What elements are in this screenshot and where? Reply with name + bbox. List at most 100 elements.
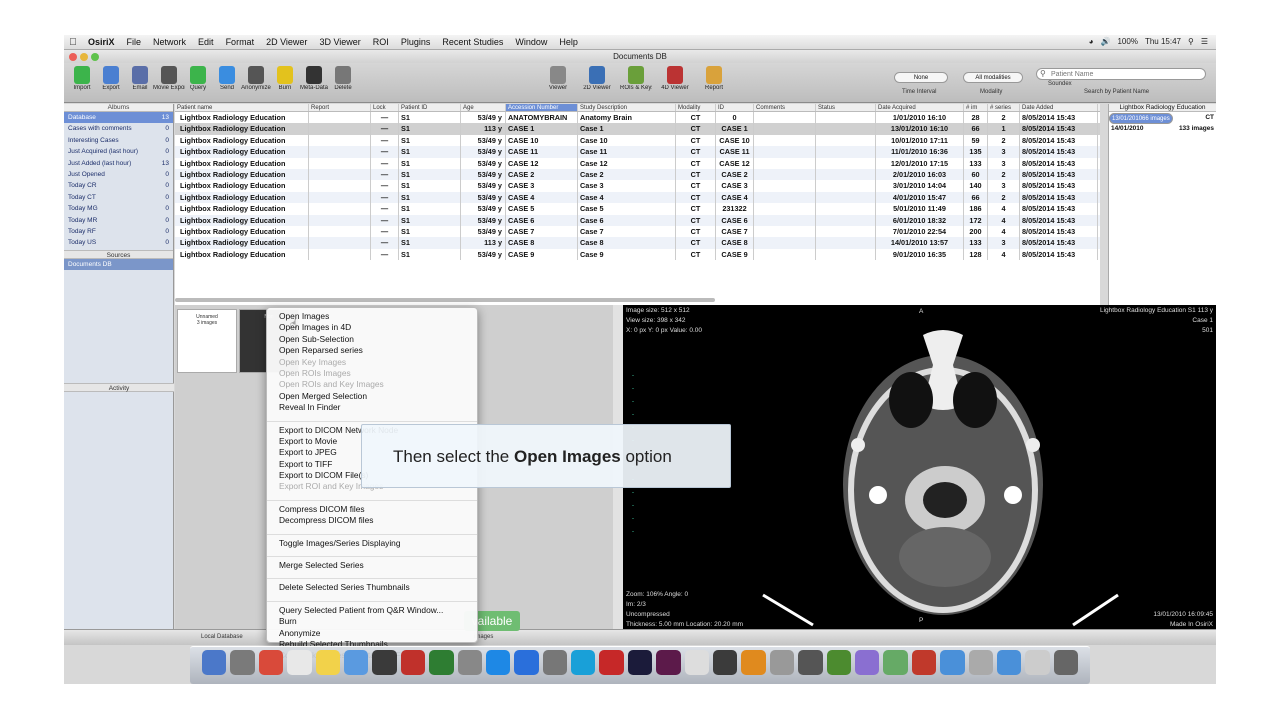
column-header[interactable]: Date Acquired: [876, 104, 964, 111]
table-horizontal-scrollbar[interactable]: [175, 298, 715, 302]
album-item[interactable]: Just Acquired (last hour) 0: [64, 146, 173, 157]
column-header[interactable]: Status: [816, 104, 876, 111]
movie-export-button[interactable]: Movie Export: [153, 66, 185, 91]
burn-button[interactable]: Burn: [269, 66, 301, 91]
context-menu-item-anonymize[interactable]: Anonymize: [267, 628, 477, 639]
context-menu-item-decompress-dicom-files[interactable]: Decompress DICOM files: [267, 515, 477, 526]
dock-app-icon[interactable]: [542, 650, 568, 675]
album-item[interactable]: Just Added (last hour) 13: [64, 158, 173, 169]
table-row[interactable]: Lightbox Radiology Education — S1 53/49 y AN…: [175, 112, 1100, 124]
column-header[interactable]: Patient ID: [399, 104, 461, 111]
column-header[interactable]: # im: [964, 104, 988, 111]
album-item[interactable]: Today MG 0: [64, 203, 173, 214]
table-row[interactable]: Lightbox Radiology Education — S1 53/49 y CA…: [175, 214, 1100, 226]
table-row[interactable]: Lightbox Radiology Education — S1 113 y CASE…: [175, 237, 1100, 249]
album-item[interactable]: Today MR 0: [64, 215, 173, 226]
2d-viewer-button[interactable]: 2D Viewer: [581, 66, 613, 91]
menu-list-icon[interactable]: ☰: [1201, 37, 1208, 46]
context-menu-item-toggle-images-series-displaying[interactable]: Toggle Images/Series Displaying: [267, 538, 477, 549]
dock-app-icon[interactable]: [627, 650, 653, 675]
context-menu-item-merge-selected-series[interactable]: Merge Selected Series: [267, 560, 477, 571]
context-menu-item-burn[interactable]: Burn: [267, 616, 477, 627]
dock-app-icon[interactable]: [400, 650, 426, 675]
column-header[interactable]: Patient name: [175, 104, 309, 111]
search-input[interactable]: Patient Name: [1036, 68, 1206, 80]
source-documents-db[interactable]: Documents DB: [64, 258, 173, 270]
dock-app-icon[interactable]: [996, 650, 1022, 675]
column-header[interactable]: Date Added: [1020, 104, 1098, 111]
dock-app-icon[interactable]: [826, 650, 851, 675]
context-menu-item-open-images[interactable]: Open Images: [267, 311, 477, 322]
menu-network[interactable]: Network: [147, 37, 192, 47]
dock-app-icon[interactable]: [911, 650, 937, 675]
album-item[interactable]: Today CT 0: [64, 192, 173, 203]
menu-window[interactable]: Window: [509, 37, 553, 47]
dock-app-icon[interactable]: [854, 650, 880, 675]
table-row[interactable]: Lightbox Radiology Education — S1 53/49 y CA…: [175, 168, 1100, 181]
table-row[interactable]: Lightbox Radiology Education — S1 53/49 y CA…: [175, 134, 1100, 147]
meta-data-button[interactable]: Meta-Data: [298, 66, 330, 91]
album-item[interactable]: Today US 0: [64, 237, 173, 248]
menu-roi[interactable]: ROI: [367, 37, 395, 47]
album-item[interactable]: Interesting Cases 0: [64, 135, 173, 146]
dock-app-icon[interactable]: [883, 650, 908, 675]
dock-app-icon[interactable]: [457, 650, 482, 675]
close-button[interactable]: [69, 53, 77, 61]
context-menu-item-delete-selected-series-thumbnails[interactable]: Delete Selected Series Thumbnails: [267, 582, 477, 593]
minimize-button[interactable]: [80, 53, 88, 61]
spotlight-icon[interactable]: ⚲: [1188, 37, 1194, 46]
dock-app-icon[interactable]: [372, 650, 397, 675]
context-menu-item-query-selected-patient-from-q-r-window[interactable]: Query Selected Patient from Q&R Window..…: [267, 605, 477, 616]
menu-app[interactable]: OsiriX: [82, 37, 121, 47]
column-header[interactable]: Lock: [371, 104, 399, 111]
dock-app-icon[interactable]: [202, 650, 227, 675]
query-button[interactable]: Query: [182, 66, 214, 91]
dock-app-icon[interactable]: [798, 650, 823, 675]
column-header[interactable]: # series: [988, 104, 1020, 111]
dock-app-icon[interactable]: [1053, 650, 1079, 675]
dock-app-icon[interactable]: [599, 650, 624, 675]
preview-row[interactable]: 13/01/2010 66 images: [1109, 113, 1173, 124]
menu-file[interactable]: File: [121, 37, 148, 47]
menu-2d-viewer[interactable]: 2D Viewer: [260, 37, 313, 47]
modality-select[interactable]: All modalities: [963, 72, 1023, 83]
column-header[interactable]: Report: [309, 104, 371, 111]
menu-plugins[interactable]: Plugins: [395, 37, 437, 47]
table-row[interactable]: Lightbox Radiology Education — S1 113 y CASE…: [175, 123, 1100, 135]
table-row[interactable]: Lightbox Radiology Education — S1 53/49 y CA…: [175, 248, 1100, 261]
table-row[interactable]: Lightbox Radiology Education — S1 53/49 y CA…: [175, 191, 1100, 204]
column-header[interactable]: Comments: [754, 104, 816, 111]
menu-3d-viewer[interactable]: 3D Viewer: [313, 37, 366, 47]
table-row[interactable]: Lightbox Radiology Education — S1 53/49 y CA…: [175, 146, 1100, 158]
dock-app-icon[interactable]: [287, 650, 312, 675]
column-header[interactable]: ID: [716, 104, 754, 111]
menu-recent-studies[interactable]: Recent Studies: [436, 37, 509, 47]
dock-app-icon[interactable]: [343, 650, 369, 675]
context-menu-item-compress-dicom-files[interactable]: Compress DICOM files: [267, 504, 477, 515]
email-button[interactable]: Email: [124, 66, 156, 91]
zoom-button[interactable]: [91, 53, 99, 61]
context-menu-item-open-reparsed-series[interactable]: Open Reparsed series: [267, 345, 477, 356]
import-button[interactable]: Import: [66, 66, 98, 91]
column-header[interactable]: Modality: [676, 104, 716, 111]
table-row[interactable]: Lightbox Radiology Education — S1 53/49 y CA…: [175, 225, 1100, 238]
dock-app-icon[interactable]: [230, 650, 255, 675]
column-header[interactable]: Study Description: [578, 104, 676, 111]
context-menu-item-open-sub-selection[interactable]: Open Sub-Selection: [267, 334, 477, 345]
wifi-icon[interactable]: ◕: [1089, 37, 1094, 46]
export-button[interactable]: Export: [95, 66, 127, 91]
dock-app-icon[interactable]: [741, 650, 766, 675]
dock-app-icon[interactable]: [514, 650, 539, 675]
rois-keys-button[interactable]: ROIs & Keys: [620, 66, 652, 91]
dock-app-icon[interactable]: [769, 650, 795, 675]
album-item[interactable]: Just Opened 0: [64, 169, 173, 180]
dock-app-icon[interactable]: [656, 650, 681, 675]
album-item[interactable]: Database 13: [64, 112, 173, 124]
viewer-button[interactable]: Viewer: [542, 66, 574, 91]
soundex-option[interactable]: Soundex: [1048, 81, 1072, 87]
column-header[interactable]: Accession Number: [506, 104, 578, 111]
battery-status[interactable]: 100%: [1117, 37, 1137, 46]
context-menu-item-open-merged-selection[interactable]: Open Merged Selection: [267, 391, 477, 402]
menu-edit[interactable]: Edit: [192, 37, 220, 47]
anonymize-button[interactable]: Anonymize: [240, 66, 272, 91]
